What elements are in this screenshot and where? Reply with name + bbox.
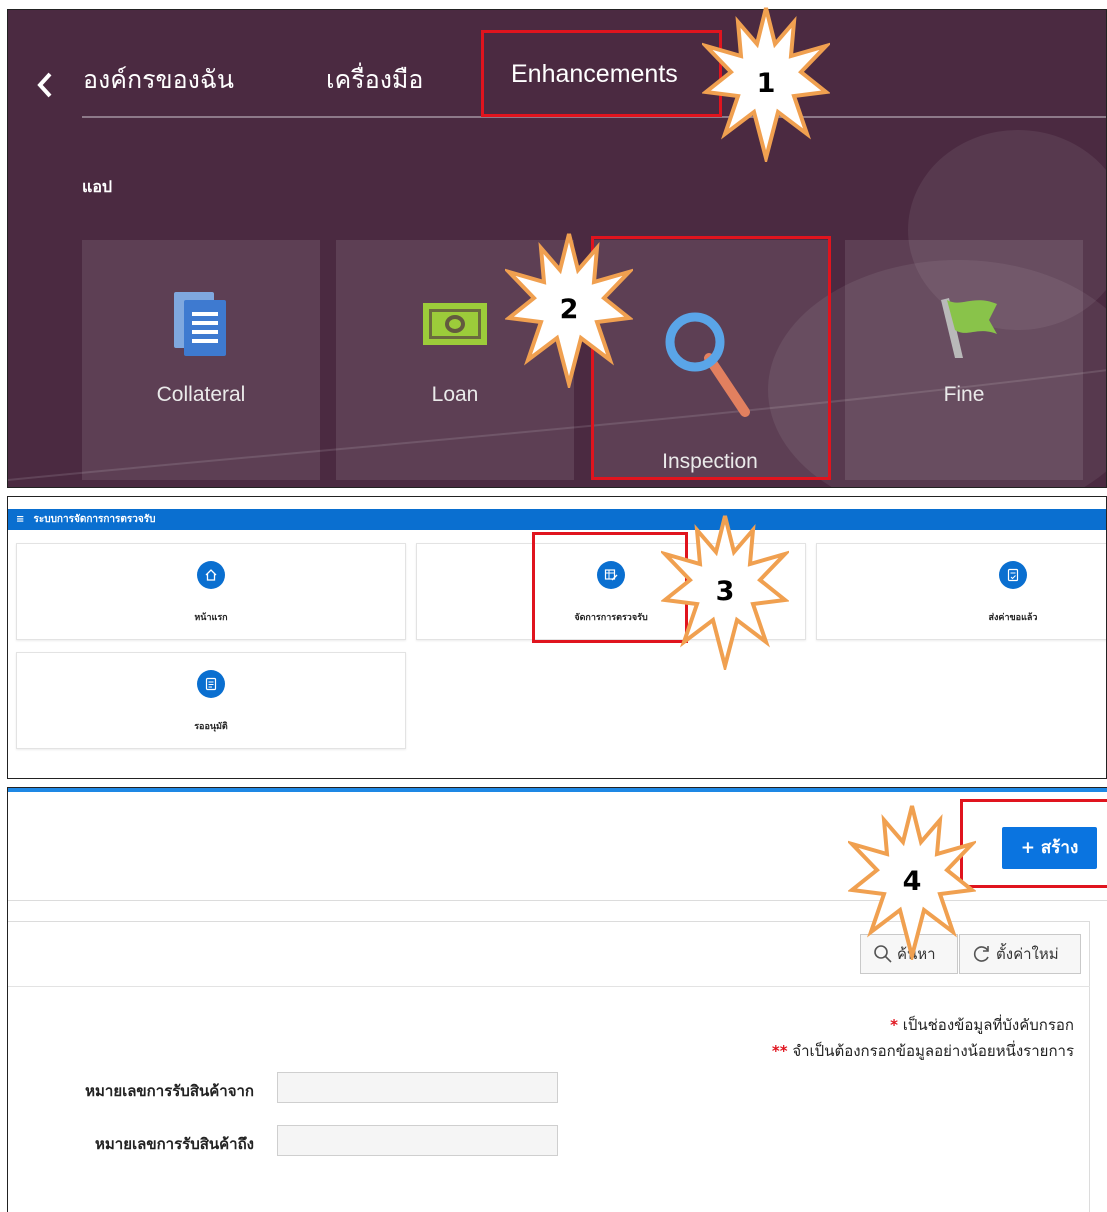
- optional-note: ** จำเป็นต้องกรอกข้อมูลอย่างน้อยหนึ่งราย…: [772, 1039, 1074, 1063]
- section-label-apps: แอป: [82, 177, 113, 196]
- tab-my-organization[interactable]: องค์กรของฉัน: [83, 60, 234, 100]
- receipt-to-input[interactable]: [277, 1125, 558, 1156]
- step-badge-3: 3: [658, 512, 792, 674]
- app-tile-collateral[interactable]: Collateral: [82, 240, 320, 480]
- menu-card-label: หน้าแรก: [194, 613, 228, 623]
- back-chevron-icon[interactable]: [34, 68, 56, 102]
- banknote-icon: [423, 303, 487, 345]
- reset-button[interactable]: ตั้งค่าใหม่: [959, 934, 1081, 974]
- receipt-to-label: หมายเลขการรับสินค้าถึง: [95, 1135, 254, 1153]
- step-number: 3: [715, 575, 735, 607]
- optional-note-text: จำเป็นต้องกรอกข้อมูลอย่างน้อยหนึ่งรายการ: [787, 1042, 1074, 1060]
- home-icon: [197, 561, 225, 589]
- menu-card-label: ส่งค่าขอแล้ว: [988, 613, 1038, 623]
- document-list-icon: [197, 670, 225, 698]
- highlight-box-step1: [481, 30, 722, 117]
- document-check-icon: [999, 561, 1027, 589]
- menu-card-label: รออนุมัติ: [194, 722, 228, 732]
- app-label-collateral: Collateral: [156, 383, 246, 406]
- required-note: * เป็นช่องข้อมูลที่บังคับกรอก: [890, 1013, 1074, 1037]
- app-title: ระบบการจัดการการตรวจรับ: [33, 514, 156, 525]
- flag-icon: [941, 298, 997, 358]
- step-number: 4: [902, 865, 922, 897]
- step-badge-1: 1: [699, 4, 833, 166]
- optional-marker: **: [771, 1042, 788, 1060]
- required-marker: *: [890, 1016, 898, 1034]
- step-badge-2: 2: [502, 230, 636, 392]
- menu-panel: ≡ ระบบการจัดการการตรวจรับ หน้าแรก จัดการ…: [7, 496, 1107, 779]
- step-number: 1: [756, 67, 776, 99]
- hamburger-icon[interactable]: ≡: [16, 509, 30, 530]
- menu-card-pending-approval[interactable]: รออนุมัติ: [16, 652, 406, 749]
- step-number: 2: [559, 293, 579, 325]
- menu-card-submitted[interactable]: ส่งค่าขอแล้ว: [816, 543, 1106, 640]
- app-header-bar: ≡ ระบบการจัดการการตรวจรับ: [8, 509, 1106, 530]
- app-tile-fine[interactable]: Fine: [845, 240, 1083, 480]
- highlight-box-step4: [960, 799, 1107, 888]
- receipt-from-input[interactable]: [277, 1072, 558, 1103]
- region-divider: [8, 986, 1090, 987]
- required-note-text: เป็นช่องข้อมูลที่บังคับกรอก: [897, 1016, 1074, 1034]
- step-badge-4: 4: [845, 802, 979, 964]
- document-stack-icon: [174, 292, 226, 356]
- menu-card-home[interactable]: หน้าแรก: [16, 543, 406, 640]
- app-label-fine: Fine: [943, 383, 985, 406]
- receipt-from-label: หมายเลขการรับสินค้าจาก: [85, 1082, 254, 1100]
- tab-tools[interactable]: เครื่องมือ: [326, 60, 423, 100]
- reset-button-label: ตั้งค่าใหม่: [996, 945, 1059, 963]
- top-accent-line: [8, 788, 1107, 792]
